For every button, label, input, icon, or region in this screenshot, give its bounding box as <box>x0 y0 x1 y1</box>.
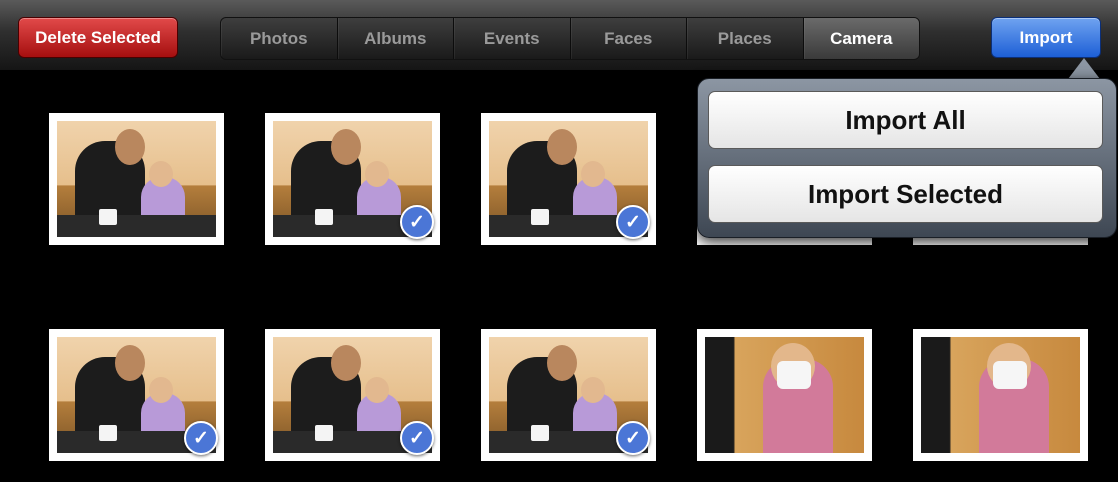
popover-arrow <box>1068 58 1100 79</box>
photo-thumbnail[interactable] <box>913 329 1088 461</box>
photo-image <box>705 337 864 453</box>
photo-image <box>921 337 1080 453</box>
tab-events[interactable]: Events <box>454 18 571 59</box>
checkmark-icon: ✓ <box>400 205 434 239</box>
tab-camera[interactable]: Camera <box>803 18 919 59</box>
checkmark-icon: ✓ <box>616 421 650 455</box>
tab-albums[interactable]: Albums <box>338 18 454 59</box>
top-toolbar: Delete Selected Photos Albums Events Fac… <box>0 0 1118 71</box>
photo-thumbnail[interactable]: ✓ <box>481 329 656 461</box>
import-selected-button[interactable]: Import Selected <box>708 165 1103 223</box>
photo-thumbnail[interactable]: ✓ <box>265 329 440 461</box>
tab-places[interactable]: Places <box>687 18 804 59</box>
import-all-button[interactable]: Import All <box>708 91 1103 149</box>
checkmark-icon: ✓ <box>400 421 434 455</box>
photo-image <box>57 121 216 237</box>
checkmark-icon: ✓ <box>184 421 218 455</box>
tab-photos[interactable]: Photos <box>221 18 338 59</box>
photo-thumbnail[interactable]: ✓ <box>265 113 440 245</box>
import-popover: Import All Import Selected <box>697 78 1117 238</box>
delete-selected-button[interactable]: Delete Selected <box>18 17 178 58</box>
tab-faces[interactable]: Faces <box>571 18 687 59</box>
photo-thumbnail[interactable] <box>697 329 872 461</box>
photo-thumbnail[interactable]: ✓ <box>481 113 656 245</box>
import-button[interactable]: Import <box>991 17 1101 58</box>
library-tabs: Photos Albums Events Faces Places Camera <box>220 17 920 60</box>
checkmark-icon: ✓ <box>616 205 650 239</box>
photo-thumbnail[interactable] <box>49 113 224 245</box>
photo-thumbnail[interactable]: ✓ <box>49 329 224 461</box>
